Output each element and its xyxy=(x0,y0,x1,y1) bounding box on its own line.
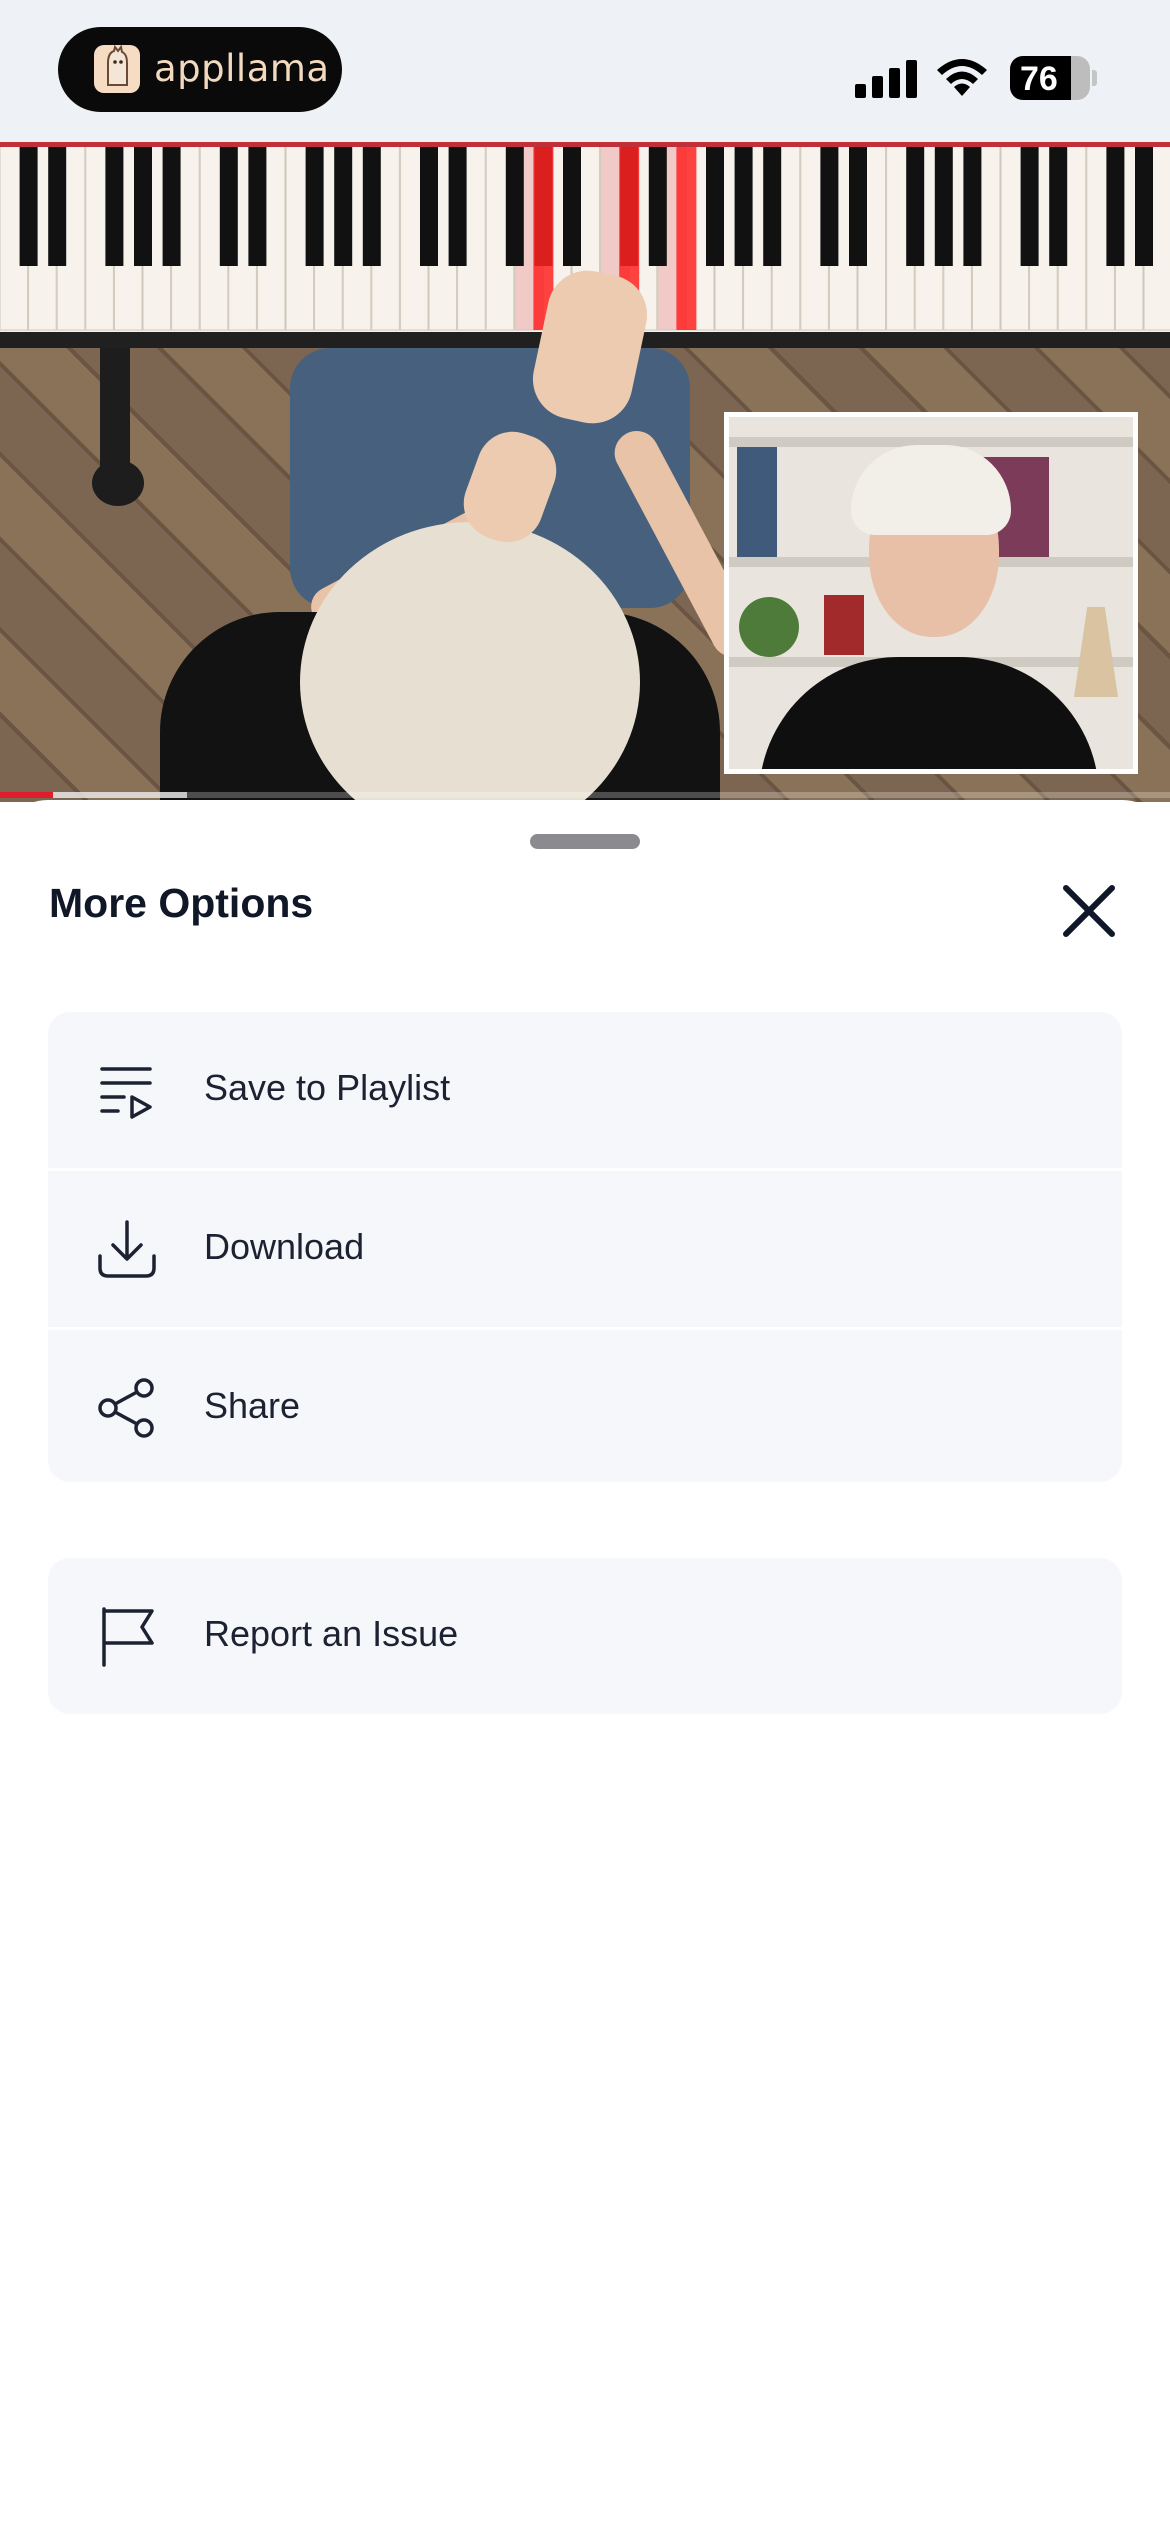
download-icon xyxy=(98,1220,156,1278)
piano-black-key xyxy=(448,146,467,266)
cellular-signal-icon xyxy=(855,58,917,98)
piano-black-key xyxy=(362,146,381,266)
piano-black-key xyxy=(563,146,581,266)
piano-black-key xyxy=(162,146,181,266)
download-label: Download xyxy=(204,1226,365,1267)
piano-black-key xyxy=(648,146,667,266)
app-indicator-pill[interactable]: appllama xyxy=(58,27,342,112)
piano-black-key xyxy=(1020,146,1039,266)
piano-black-key xyxy=(934,146,953,266)
piano-black-key xyxy=(906,146,925,266)
options-group-main: Save to Playlist Download Share xyxy=(48,1012,1122,1482)
sheet-grabber[interactable] xyxy=(530,834,640,849)
download-button[interactable]: Download xyxy=(48,1171,1122,1327)
llama-icon xyxy=(94,44,140,93)
piano-black-key xyxy=(219,146,238,266)
piano-black-key xyxy=(420,146,438,266)
flag-icon xyxy=(102,1607,154,1667)
battery-indicator: 76 xyxy=(1010,56,1090,100)
share-icon xyxy=(98,1378,154,1438)
pip-metronome xyxy=(1074,607,1118,697)
close-icon xyxy=(1063,885,1115,937)
piano-stand-leg xyxy=(100,348,130,468)
video-progress-bar[interactable] xyxy=(0,792,1170,798)
piano-black-key xyxy=(763,146,782,266)
piano-black-key xyxy=(1106,146,1125,266)
battery-level: 76 xyxy=(1020,60,1058,98)
piano-black-key xyxy=(706,146,724,266)
piano-black-key xyxy=(134,146,152,266)
piano-black-key xyxy=(1135,146,1153,266)
share-label: Share xyxy=(204,1385,301,1426)
piano-black-key xyxy=(734,146,753,266)
save-to-playlist-label: Save to Playlist xyxy=(204,1067,451,1108)
piano-top-edge xyxy=(0,142,1170,147)
piano-black-key xyxy=(248,146,267,266)
piano-black-key xyxy=(1049,146,1068,266)
pip-instructor-body xyxy=(759,657,1099,769)
piano-black-key xyxy=(963,146,982,266)
sheet-title: More Options xyxy=(49,880,314,926)
playlist-add-icon xyxy=(100,1067,152,1119)
piano-black-key xyxy=(19,146,38,266)
piano-black-key xyxy=(305,146,324,266)
piano-black-key xyxy=(505,146,524,266)
more-options-sheet: More Options Save to Playlist Download S… xyxy=(0,800,1170,2532)
piano-black-key xyxy=(105,146,124,266)
piano-black-key xyxy=(48,146,67,266)
picture-in-picture-video[interactable] xyxy=(724,412,1138,774)
wifi-icon xyxy=(934,56,990,98)
piano-black-key xyxy=(334,146,353,266)
piano-black-key xyxy=(820,146,839,266)
close-button[interactable] xyxy=(1054,876,1124,946)
pip-books xyxy=(737,447,777,557)
piano-stand-foot xyxy=(92,460,144,506)
piano-black-key xyxy=(849,146,867,266)
options-group-report: Report an Issue xyxy=(48,1558,1122,1714)
battery-cap xyxy=(1092,70,1097,86)
pip-red-object xyxy=(824,595,864,655)
report-issue-button[interactable]: Report an Issue xyxy=(48,1558,1122,1714)
save-to-playlist-button[interactable]: Save to Playlist xyxy=(48,1012,1122,1168)
pip-plant xyxy=(739,597,799,657)
report-issue-label: Report an Issue xyxy=(204,1613,459,1654)
share-button[interactable]: Share xyxy=(48,1330,1122,1482)
video-progress-played xyxy=(0,792,53,798)
app-name: appllama xyxy=(154,47,330,90)
piano-highlighted-key xyxy=(676,146,697,330)
status-bar: appllama 76 xyxy=(0,0,1170,142)
